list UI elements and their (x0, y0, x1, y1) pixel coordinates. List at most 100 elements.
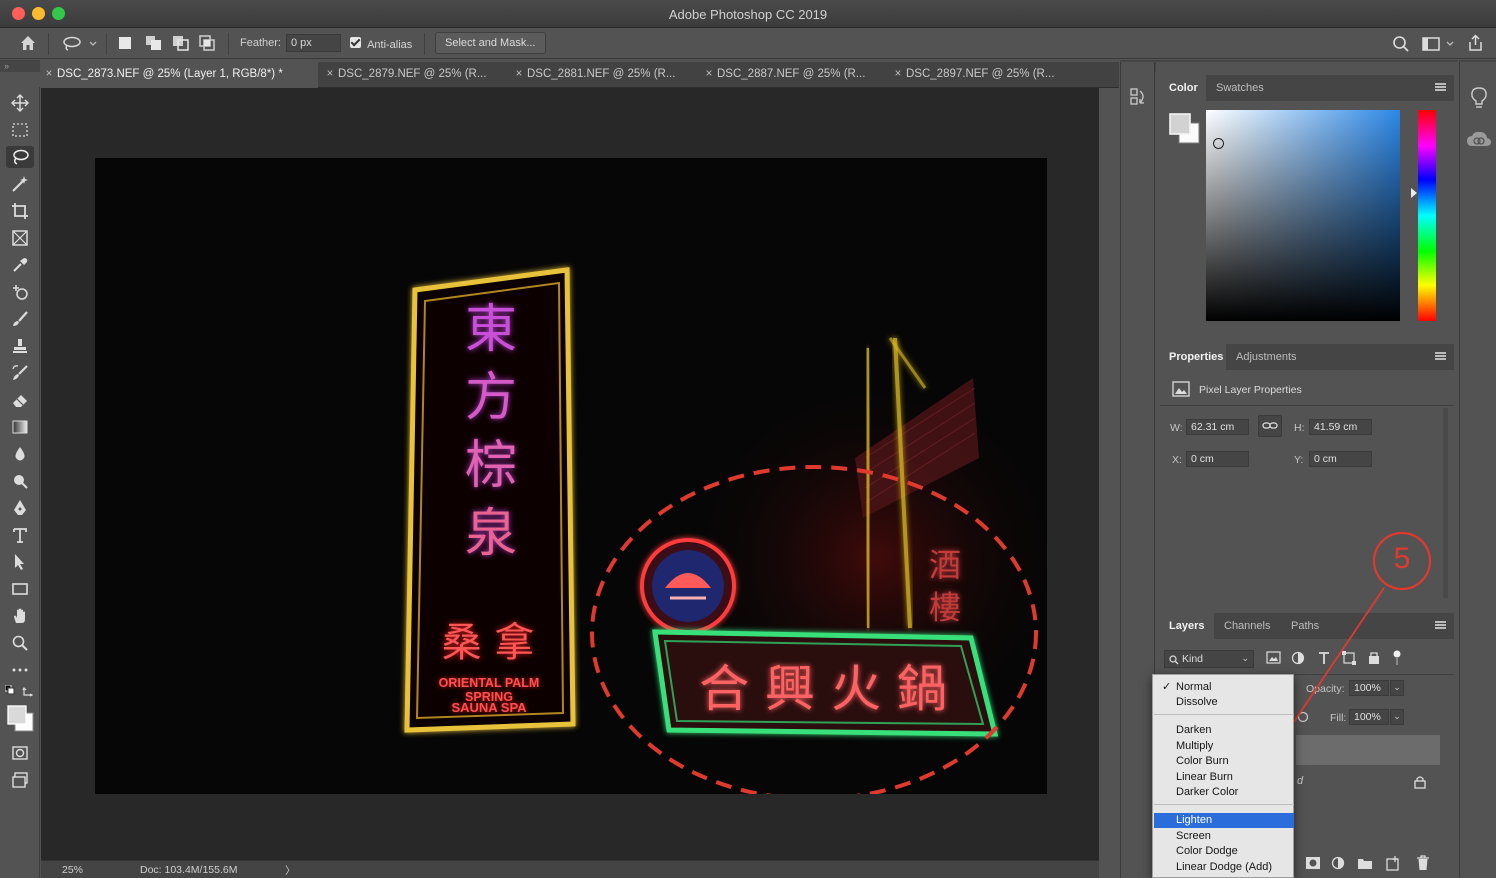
status-menu-arrow-icon[interactable]: 〉 (285, 863, 296, 878)
hue-slider-handle[interactable] (1411, 188, 1417, 198)
x-field[interactable]: 0 cm (1186, 451, 1249, 467)
tab-color[interactable]: Color (1160, 75, 1206, 101)
eyedropper-tool-icon[interactable] (6, 254, 34, 276)
tab-layers[interactable]: Layers (1160, 613, 1214, 639)
pen-tool-icon[interactable] (6, 497, 34, 519)
healing-brush-tool-icon[interactable] (6, 281, 34, 303)
dodge-tool-icon[interactable] (6, 470, 34, 492)
new-layer-icon[interactable] (1385, 855, 1401, 874)
close-icon[interactable]: × (890, 68, 906, 80)
rectangle-tool-icon[interactable] (6, 578, 34, 600)
tab-dsc-2887[interactable]: × DSC_2887.NEF @ 25% (R... (701, 62, 890, 88)
fg-bg-color-swatch[interactable] (1169, 113, 1201, 148)
document-image[interactable]: 酒 樓 合 興 火 鍋 東 方 棕 泉 桑 拿 ORIENTAL PALM SP… (95, 158, 1047, 794)
color-picker-ring[interactable] (1213, 138, 1224, 149)
tab-adjustments[interactable]: Adjustments (1227, 344, 1311, 370)
close-icon[interactable]: × (322, 68, 338, 80)
lasso-tool-icon[interactable] (6, 146, 34, 168)
panel-menu-icon[interactable] (1435, 352, 1446, 360)
hue-slider[interactable] (1418, 110, 1436, 321)
new-group-icon[interactable] (1357, 856, 1373, 873)
add-to-selection-icon[interactable] (145, 35, 161, 51)
zoom-tool-icon[interactable] (6, 632, 34, 654)
blend-mode-label: Linear Burn (1176, 771, 1233, 783)
tab-dsc-2897[interactable]: × DSC_2897.NEF @ 25% (R... (890, 62, 1079, 88)
select-and-mask-button[interactable]: Select and Mask... (435, 32, 546, 54)
blend-mode-option[interactable]: Darken (1154, 723, 1294, 738)
marquee-tool-icon[interactable] (6, 119, 34, 141)
hand-tool-icon[interactable] (6, 605, 34, 627)
y-field[interactable]: 0 cm (1309, 451, 1372, 467)
close-icon[interactable]: × (701, 68, 717, 80)
tab-label: DSC_2881.NEF @ 25% (R... (527, 68, 676, 80)
learn-lightbulb-icon[interactable] (1469, 87, 1489, 112)
height-field[interactable]: 41.59 cm (1309, 419, 1372, 435)
close-icon[interactable]: × (511, 68, 527, 80)
more-tools-icon[interactable] (6, 659, 34, 681)
magic-wand-tool-icon[interactable] (6, 173, 34, 195)
zoom-level[interactable]: 25% (62, 864, 83, 876)
intersect-selection-icon[interactable] (199, 35, 215, 51)
tab-label: DSC_2897.NEF @ 25% (R... (906, 68, 1055, 80)
swap-colors-icon[interactable] (22, 685, 34, 700)
blend-mode-dropdown[interactable]: ✓ Normal Dissolve Darken Multiply Color Burn L… (1152, 674, 1294, 878)
new-adjustment-icon[interactable] (1331, 856, 1347, 873)
add-mask-icon[interactable] (1305, 856, 1321, 873)
tools-collapse-strip[interactable]: » (0, 60, 40, 72)
history-brush-tool-icon[interactable] (6, 362, 34, 384)
color-field[interactable] (1206, 110, 1400, 321)
new-selection-icon[interactable] (117, 35, 133, 51)
blend-mode-option[interactable]: Color Burn (1154, 754, 1294, 769)
blend-mode-option[interactable]: Linear Burn (1154, 770, 1294, 785)
home-icon[interactable] (19, 34, 37, 55)
quick-mask-icon[interactable] (6, 742, 34, 764)
clone-stamp-tool-icon[interactable] (6, 335, 34, 357)
width-field[interactable]: 62.31 cm (1186, 419, 1249, 435)
blend-mode-option[interactable]: Darker Color (1154, 785, 1294, 800)
foreground-background-color-icon[interactable] (6, 704, 36, 737)
frame-tool-icon[interactable] (6, 227, 34, 249)
share-icon[interactable] (1466, 34, 1484, 55)
blend-mode-option[interactable]: ✓ Normal (1154, 680, 1294, 695)
type-tool-icon[interactable] (6, 524, 34, 546)
panel-menu-icon[interactable] (1435, 83, 1446, 91)
vertical-sign-sub: 桑 拿 (441, 620, 535, 666)
properties-scrollbar[interactable] (1443, 408, 1448, 598)
search-icon[interactable] (1392, 35, 1410, 56)
document-canvas[interactable]: 酒 樓 合 興 火 鍋 東 方 棕 泉 桑 拿 ORIENTAL PALM SP… (41, 88, 1099, 860)
path-selection-tool-icon[interactable] (6, 551, 34, 573)
lasso-preset-picker[interactable] (62, 36, 100, 55)
vertical-sign-char: 棕 (464, 436, 517, 496)
tab-dsc-2879[interactable]: × DSC_2879.NEF @ 25% (R... (322, 62, 510, 88)
subtract-from-selection-icon[interactable] (172, 35, 189, 51)
feather-input[interactable]: 0 px (286, 34, 341, 52)
screen-mode-icon[interactable] (6, 769, 34, 791)
tab-properties[interactable]: Properties (1160, 344, 1226, 370)
blend-mode-option[interactable]: Color Dodge (1154, 844, 1294, 859)
blend-mode-option[interactable]: Screen (1154, 829, 1294, 844)
tab-dsc-2873[interactable]: × DSC_2873.NEF @ 25% (Layer 1, RGB/8*) * (41, 62, 318, 88)
brush-tool-icon[interactable] (6, 308, 34, 330)
tab-dsc-2881[interactable]: × DSC_2881.NEF @ 25% (R... (511, 62, 700, 88)
link-dimensions-icon[interactable] (1258, 415, 1282, 437)
blend-mode-option[interactable]: Linear Dodge (Add) (1154, 860, 1294, 875)
blur-tool-icon[interactable] (6, 443, 34, 465)
crop-tool-icon[interactable] (6, 200, 34, 222)
divider (1160, 405, 1454, 406)
libraries-icon[interactable] (1466, 130, 1492, 153)
delete-layer-icon[interactable] (1416, 855, 1430, 874)
move-tool-icon[interactable] (6, 92, 34, 114)
properties-panel-tabs: Properties Adjustments (1160, 344, 1454, 370)
history-panel-icon[interactable] (1130, 87, 1148, 110)
gradient-tool-icon[interactable] (6, 416, 34, 438)
workspace-icon[interactable] (1422, 36, 1460, 55)
anti-alias-checkbox[interactable]: Anti-alias (350, 37, 412, 51)
default-colors-icon[interactable] (4, 684, 15, 698)
window-title: Adobe Photoshop CC 2019 (668, 7, 828, 22)
tab-swatches[interactable]: Swatches (1207, 75, 1271, 101)
blend-mode-option[interactable]: Lighten (1154, 813, 1294, 828)
blend-mode-option[interactable]: Multiply (1154, 739, 1294, 754)
eraser-tool-icon[interactable] (6, 389, 34, 411)
close-icon[interactable]: × (41, 68, 57, 80)
blend-mode-option[interactable]: Dissolve (1154, 695, 1294, 710)
